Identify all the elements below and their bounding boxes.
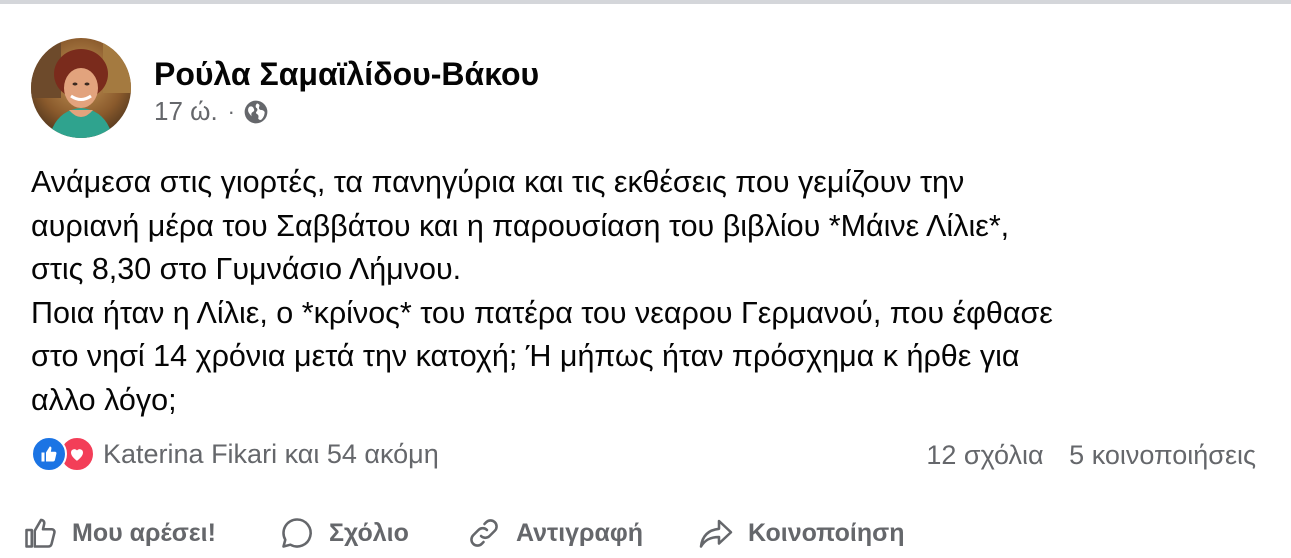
post-text-line: Ανάμεσα στις γιορτές, τα πανηγύρια και τ… — [31, 165, 965, 199]
reactions-text: Katerina Fikari και 54 ακόμη — [103, 438, 439, 469]
like-button[interactable]: Μου αρέσει! — [22, 509, 216, 557]
author-name[interactable]: Ρούλα Σαμαϊλίδου-Βάκου — [154, 56, 539, 93]
share-button-label: Κοινοποίηση — [748, 518, 905, 547]
reactions-summary[interactable]: Katerina Fikari και 54 ακόμη — [31, 436, 439, 472]
link-icon — [470, 519, 498, 547]
post-meta: 17 ώ. · — [154, 96, 269, 127]
like-icon — [31, 436, 67, 472]
globe-icon — [244, 100, 268, 123]
copy-button[interactable]: Αντιγραφή — [466, 509, 643, 557]
post-text-line: Ποια ήταν η Λίλιε, ο *κρίνος* του πατέρα… — [31, 295, 1053, 330]
action-bar: Μου αρέσει! Σχόλιο Αντιγραφή Κοινοποίηση — [0, 509, 1291, 557]
copy-button-label: Αντιγραφή — [516, 518, 644, 547]
thumbs-up-icon — [25, 518, 56, 548]
post-card: Ρούλα Σαμαϊλίδου-Βάκου 17 ώ. · Ανάμεσα σ… — [0, 4, 1291, 558]
comments-count[interactable]: 12 σχόλια — [926, 440, 1043, 470]
avatar-photo — [31, 38, 131, 138]
post-text-line: στο νησί 14 χρόνια μετά την κατοχή; Ή μή… — [31, 339, 1020, 373]
post-time[interactable]: 17 ώ. — [154, 96, 218, 127]
author-avatar[interactable] — [31, 38, 131, 138]
post-text-line: αυριανή μέρα του Σαββάτου και η παρουσία… — [31, 208, 1010, 243]
engagement-counts: 12 σχόλια 5 κοινοποιήσεις — [926, 440, 1256, 471]
post-text-line: στις 8,30 στο Γυμνάσιο Λήμνου. — [31, 252, 462, 286]
meta-separator: · — [227, 98, 235, 124]
like-button-label: Μου αρέσει! — [72, 518, 216, 547]
share-button[interactable]: Κοινοποίηση — [698, 509, 904, 557]
comment-icon — [282, 518, 312, 548]
comment-button[interactable]: Σχόλιο — [279, 509, 409, 557]
post-text: Ανάμεσα στις γιορτές, τα πανηγύρια και τ… — [31, 161, 1271, 422]
shares-count[interactable]: 5 κοινοποιήσεις — [1069, 440, 1256, 470]
comment-button-label: Σχόλιο — [329, 518, 409, 547]
share-arrow-icon — [699, 519, 733, 548]
post-text-line: αλλο λόγο; — [31, 382, 177, 417]
